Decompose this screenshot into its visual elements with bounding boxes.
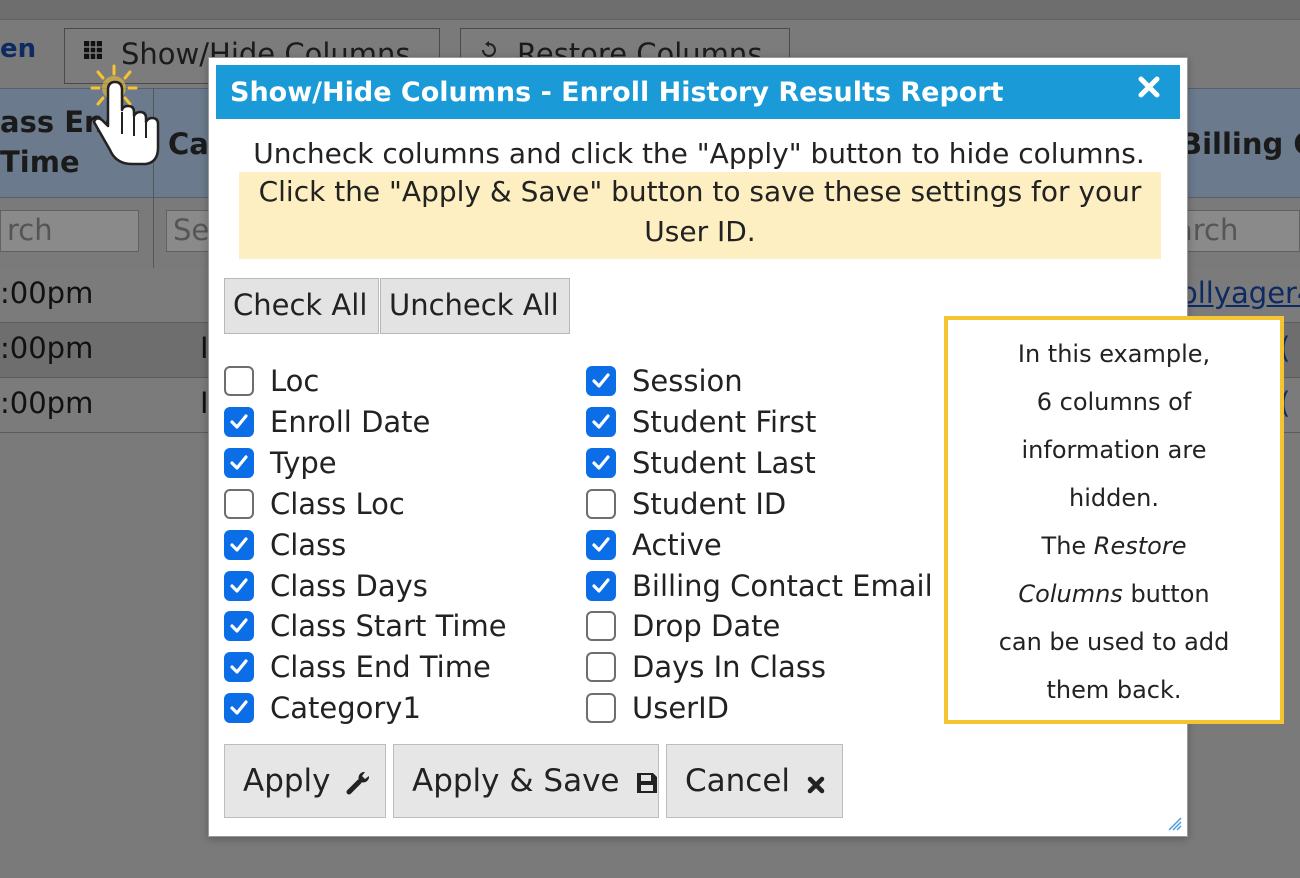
checkbox-unchecked[interactable]	[586, 488, 616, 519]
checkbox-checked[interactable]	[586, 570, 616, 601]
callout-line: The Restore	[948, 522, 1280, 570]
wrench-icon	[346, 767, 372, 803]
dialog-title-bar[interactable]: Show/Hide Columns - Enroll History Resul…	[216, 65, 1180, 119]
checkbox-label: Drop Date	[632, 609, 781, 644]
checkbox-label: Class Days	[270, 568, 428, 603]
cancel-button[interactable]: Cancel	[666, 744, 843, 818]
checkbox-checked[interactable]	[224, 406, 254, 437]
callout-line: 6 columns of	[1036, 388, 1192, 416]
checkbox-checked[interactable]	[224, 652, 254, 683]
checkbox-label: Days In Class	[632, 650, 827, 685]
callout-line: them back.	[1046, 676, 1182, 704]
checkbox-unchecked[interactable]	[586, 611, 616, 642]
close-icon[interactable]	[1134, 75, 1164, 105]
callout-text: The	[1041, 532, 1094, 560]
note-line: Click the "Apply & Save" button to save …	[258, 175, 1142, 208]
apply-and-save-button[interactable]: Apply & Save	[393, 744, 659, 818]
checkbox-checked[interactable]	[224, 529, 254, 560]
checkbox-checked[interactable]	[224, 570, 254, 601]
uncheck-all-button[interactable]: Uncheck All	[380, 278, 570, 334]
dialog-title: Show/Hide Columns - Enroll History Resul…	[230, 77, 1004, 108]
table-cell: :00pm	[0, 331, 94, 365]
checkbox-checked[interactable]	[224, 693, 254, 724]
checkbox-label: Loc	[270, 364, 320, 398]
instruction-text: Uncheck columns and click the "Apply" bu…	[253, 137, 1145, 170]
top-bar	[0, 0, 1300, 20]
checkbox-label: Active	[632, 527, 722, 562]
checkbox-checked[interactable]	[586, 529, 616, 560]
pointer-hand-icon	[86, 64, 176, 174]
checkbox-label: Class Start Time	[270, 609, 507, 644]
checkbox-label: Category1	[270, 691, 421, 726]
checkbox-label: Class Loc	[270, 486, 405, 521]
checkbox-unchecked[interactable]	[224, 488, 254, 519]
callout-line: In this example,	[1017, 340, 1211, 368]
callout-line: Columns button	[948, 570, 1280, 618]
apply-save-label: Apply & Save	[412, 763, 620, 799]
save-settings-note: Click the "Apply & Save" button to save …	[239, 172, 1161, 259]
checkbox-label: UserID	[632, 691, 729, 726]
callout-emphasis: Restore	[1093, 532, 1187, 560]
x-icon	[806, 767, 826, 803]
callout-line: can be used to add	[998, 628, 1230, 656]
checkbox-unchecked[interactable]	[224, 366, 254, 396]
checkbox-checked[interactable]	[224, 447, 254, 478]
checkbox-label: Class	[270, 527, 347, 562]
resize-grip-icon[interactable]	[1165, 814, 1183, 832]
checkbox-label: Session	[632, 364, 743, 398]
checkbox-checked[interactable]	[586, 366, 616, 396]
checkbox-checked[interactable]	[586, 447, 616, 478]
partial-link[interactable]: en	[0, 34, 36, 64]
note-line: User ID.	[644, 215, 756, 248]
checkbox-label: Type	[270, 445, 337, 480]
checkbox-checked[interactable]	[586, 406, 616, 437]
check-all-button[interactable]: Check All	[224, 278, 379, 334]
checkbox-label: Student ID	[632, 486, 787, 521]
checkbox-unchecked[interactable]	[586, 693, 616, 724]
filter-input[interactable]: rch	[0, 210, 139, 252]
checkbox-unchecked[interactable]	[586, 652, 616, 683]
checkbox-label: Enroll Date	[270, 404, 431, 439]
table-cell: :00pm	[0, 386, 94, 420]
checkbox-label: Student Last	[632, 445, 816, 480]
email-link[interactable]: ollyager4	[1180, 276, 1300, 310]
table-cell: :00pm	[0, 276, 94, 310]
checkbox-checked[interactable]	[224, 611, 254, 642]
callout-text: button	[1122, 580, 1210, 608]
callout-line: hidden.	[1069, 484, 1159, 512]
apply-label: Apply	[243, 763, 331, 799]
explanation-callout: In this example, 6 columns of informatio…	[944, 316, 1284, 724]
cancel-label: Cancel	[685, 763, 791, 799]
apply-button[interactable]: Apply	[224, 744, 386, 818]
checkbox-label: Class End Time	[270, 650, 491, 685]
checkbox-label: Billing Contact Email	[632, 568, 933, 603]
grid-icon	[83, 40, 103, 66]
checkbox-label: Student First	[632, 404, 817, 439]
save-icon	[635, 767, 659, 803]
callout-line: information are	[1021, 436, 1207, 464]
callout-emphasis: Columns	[1018, 580, 1123, 608]
column-header-billing-contact[interactable]: Billing Co	[1180, 124, 1300, 164]
